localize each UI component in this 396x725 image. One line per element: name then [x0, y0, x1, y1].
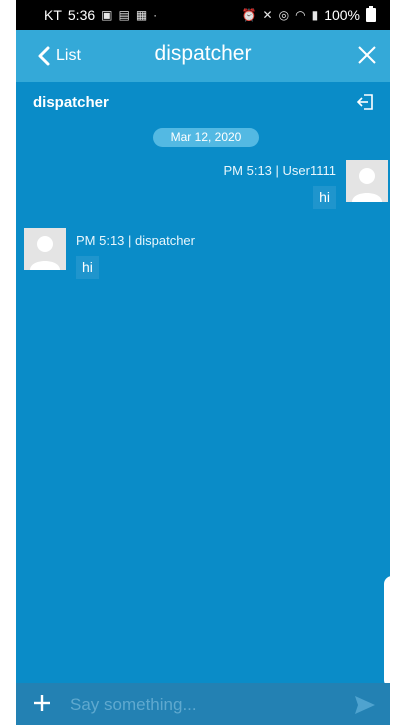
- app-badge-icon: ▦: [135, 8, 148, 22]
- signal-icon: ▮: [311, 8, 319, 22]
- message-bubble-incoming[interactable]: hi: [76, 256, 99, 279]
- battery-percent: 100%: [324, 7, 360, 23]
- user-icon: [24, 228, 66, 270]
- app-notification-icon: ▤: [118, 8, 130, 22]
- message-composer: [16, 683, 390, 725]
- status-time: 5:36: [67, 7, 96, 23]
- side-drawer-handle[interactable]: [384, 576, 390, 688]
- date-separator: Mar 12, 2020: [153, 128, 259, 147]
- room-header: dispatcher: [16, 82, 390, 122]
- exit-room-icon[interactable]: [356, 92, 376, 112]
- carrier-label: KT: [44, 7, 62, 23]
- hd-icon: ◎: [278, 8, 290, 22]
- chat-screen: KT 5:36 ▣ ▤ ▦ · ⏰ ✕ ◎ ◠ ▮ 100% List disp…: [16, 0, 390, 725]
- message-bubble-outgoing[interactable]: hi: [313, 186, 336, 209]
- room-name: dispatcher: [33, 94, 109, 111]
- avatar: [346, 160, 388, 202]
- battery-icon: [366, 6, 376, 22]
- close-icon[interactable]: [356, 44, 378, 66]
- user-icon: [346, 160, 388, 202]
- avatar: [24, 228, 66, 270]
- plus-icon[interactable]: [32, 693, 52, 713]
- gallery-icon: ▣: [101, 8, 113, 22]
- navigation-bar: List dispatcher: [16, 30, 390, 82]
- more-dot-icon: ·: [153, 8, 158, 22]
- message-meta-outgoing: PM 5:13 | User1111: [223, 163, 337, 178]
- message-input[interactable]: [68, 691, 352, 719]
- status-bar: KT 5:36 ▣ ▤ ▦ · ⏰ ✕ ◎ ◠ ▮ 100%: [16, 0, 390, 30]
- alarm-icon: ⏰: [241, 8, 257, 22]
- page-title: dispatcher: [154, 42, 252, 65]
- mute-icon: ✕: [262, 8, 273, 22]
- wifi-icon: ◠: [295, 8, 306, 22]
- message-meta-incoming: PM 5:13 | dispatcher: [76, 233, 195, 248]
- send-icon[interactable]: [354, 695, 376, 715]
